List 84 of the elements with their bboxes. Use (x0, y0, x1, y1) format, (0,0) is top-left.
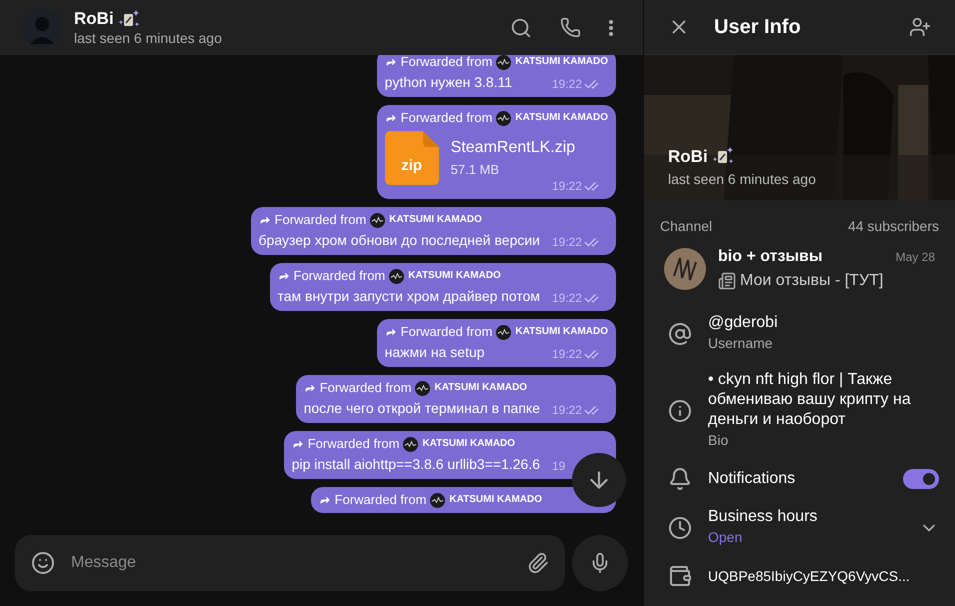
message-text: python нужен 3.8.11 (384, 73, 512, 92)
forward-icon (304, 382, 316, 394)
message-time: 19:22 (552, 290, 582, 307)
message-time: 19:22 (552, 234, 582, 251)
file-extension: zip (401, 156, 422, 176)
forwarded-label: Forwarded from (320, 379, 412, 397)
avatar-icon (496, 110, 512, 126)
newspaper-icon (718, 272, 736, 290)
avatar-icon (389, 268, 404, 284)
attach-icon[interactable] (527, 552, 549, 574)
forward-icon (384, 112, 397, 124)
wallet-icon (668, 564, 692, 588)
forward-icon (384, 56, 397, 68)
avatar-icon (370, 212, 386, 228)
message-time: 19:22 (552, 178, 582, 195)
search-icon (510, 16, 532, 38)
message-text: pip install aiohttp==3.8.6 urllib3==1.26.6 (292, 455, 540, 474)
phone-icon (560, 17, 581, 38)
notifications-toggle[interactable] (903, 469, 939, 489)
forwarded-label: Forwarded from (400, 323, 492, 341)
message-time: 19:22 (552, 76, 582, 93)
file-name: SteamRentLK.zip (450, 138, 576, 158)
message-text: там внутри запусти хром драйвер потом (278, 287, 540, 306)
forwarded-name: KATSUMI KAMADO (422, 437, 516, 451)
forwarded-name: KATSUMI KAMADO (515, 55, 608, 69)
info-value: Notifications (708, 469, 796, 489)
forwarded-label: Forwarded from (400, 55, 492, 71)
message-time: 19 (552, 458, 566, 475)
message-time: 19:22 (552, 402, 582, 419)
forwarded-label: Forwarded from (400, 109, 492, 127)
avatar-icon (430, 492, 446, 508)
message-time: 19:22 (552, 346, 582, 363)
channel-title: bio + отзывы (718, 247, 823, 267)
message-text: после чего открой терминал в папке (304, 399, 540, 418)
forwarded-name: KATSUMI KAMADO (515, 111, 608, 125)
info-value: UQBPe85IbiyCyEZYQ6VyvCS... (708, 567, 911, 586)
info-value: Business hours (708, 507, 818, 527)
forwarded-label: Forwarded from (294, 267, 386, 285)
info-icon (668, 398, 692, 422)
channel-avatar (664, 248, 706, 290)
panel-title: User Info (714, 15, 802, 40)
at-sign-icon (668, 322, 692, 346)
message-input[interactable]: Message (15, 535, 565, 591)
message-field[interactable]: Message (71, 551, 511, 575)
forwarded-label: Forwarded from (274, 211, 366, 229)
bell-icon (668, 467, 692, 491)
message-text: браузер хром обнови до последней версии (258, 231, 540, 250)
forwarded-label: Forwarded from (334, 491, 426, 509)
profile-status: last seen 6 minutes ago (668, 170, 816, 189)
forward-icon (278, 270, 290, 282)
forward-icon (292, 438, 304, 450)
chat-title: RoBi (74, 8, 114, 30)
message-text: нажми на setup (384, 343, 485, 362)
add-user-icon (909, 16, 931, 38)
avatar-icon (415, 380, 430, 396)
chat-status: last seen 6 minutes ago (74, 28, 223, 48)
info-caption: Open (708, 528, 744, 547)
info-value: • ckyn nft high flor | Также обмениваю вашу крипту на деньги и наоборот (708, 370, 912, 430)
emoji-icon[interactable] (31, 551, 55, 575)
channel-label: Channel (660, 217, 712, 236)
channel-date: May 28 (896, 249, 935, 266)
clock-icon (668, 516, 692, 540)
profile-name: RoBi (668, 146, 708, 168)
more-icon (609, 20, 613, 36)
file-size: 57.1 MB (450, 161, 500, 180)
info-value: @gderobi (708, 313, 779, 333)
forwarded-name: KATSUMI KAMADO (449, 493, 542, 507)
forward-icon (258, 214, 271, 226)
add-contact-button[interactable] (909, 16, 931, 38)
forward-icon (384, 326, 397, 338)
forwarded-name: KATSUMI KAMADO (408, 269, 501, 283)
avatar-icon (403, 436, 418, 452)
channel-preview: Мои отзывы - [ТУТ] (740, 271, 884, 291)
forwarded-label: Forwarded from (308, 435, 400, 453)
forwarded-name: KATSUMI KAMADO (515, 325, 608, 339)
forward-icon (318, 494, 331, 506)
avatar-icon (496, 324, 512, 340)
forwarded-name: KATSUMI KAMADO (389, 213, 482, 227)
subscriber-count: 44 subscribers (848, 217, 939, 236)
info-caption: Bio (708, 431, 730, 450)
file-icon (384, 131, 439, 185)
info-caption: Username (708, 334, 774, 353)
channel-item[interactable]: bio + отзывы May 28 Мои отзывы - [ТУТ] (644, 237, 955, 301)
forwarded-name: KATSUMI KAMADO (434, 381, 528, 395)
